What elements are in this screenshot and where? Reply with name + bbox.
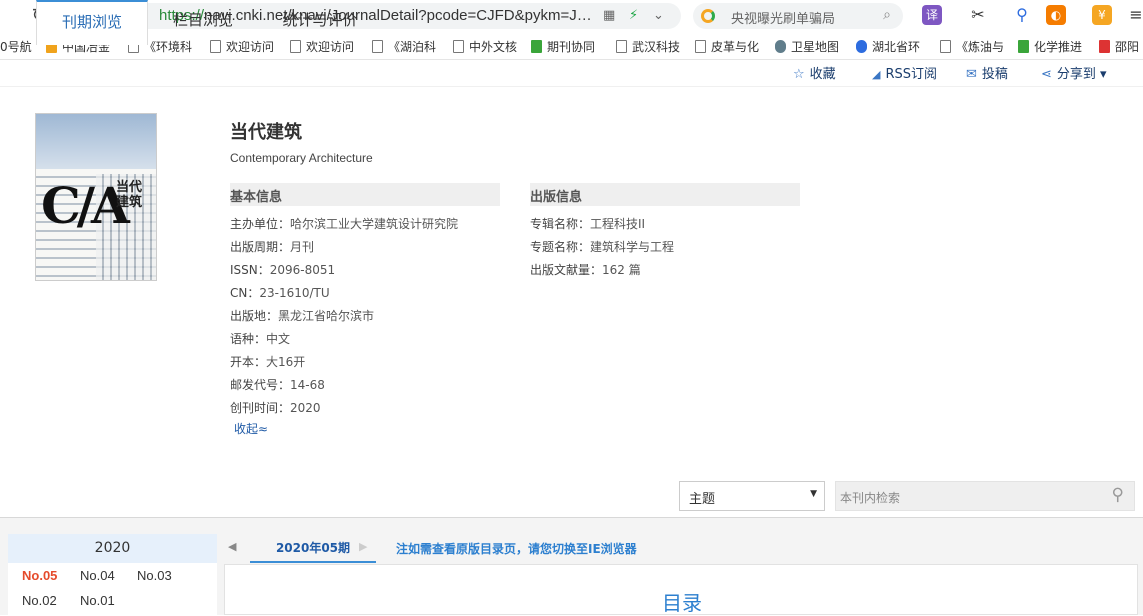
paw-icon [856,40,867,53]
issue-link[interactable]: No.05 [22,568,57,583]
bookmark-item[interactable]: 化学推进 [1018,38,1082,55]
current-issue-tab[interactable]: 2020年05期 [250,534,376,563]
info-row: 邮发代号：14-68 [230,378,325,392]
next-issue-icon[interactable]: ▶ [359,540,367,553]
bookmark-item[interactable]: 卫星地图 [775,38,839,55]
issue-link[interactable]: No.02 [22,593,57,608]
search-icon[interactable]: ⚲ [1112,485,1124,505]
magnifier-ext-icon[interactable]: ⚲ [1012,5,1032,25]
translate-icon[interactable]: 译 [922,5,942,25]
info-row: ISSN：2096-8051 [230,263,336,277]
info-row: 主办单位：哈尔滨工业大学建筑设计研究院 [230,217,459,231]
journal-search-input[interactable]: 本刊内检索 ⚲ [835,481,1135,511]
share-link[interactable]: ⋖ 分享到 ▾ [1041,63,1107,82]
issue-link[interactable]: No.04 [80,568,115,583]
bookmark-item[interactable]: 中外文核 [453,38,517,55]
menu-icon[interactable]: ≡ [1126,5,1143,25]
page-icon [453,40,464,53]
header-divider [0,86,1143,87]
bookmark-item[interactable]: 邵阳 [1099,38,1139,55]
page-icon [940,40,951,53]
tab-column-browse[interactable]: 栏目浏览 [158,0,248,44]
journal-title-en: Contemporary Architecture [230,151,373,165]
search-icon[interactable]: ⌕ [883,7,891,23]
search-field-select[interactable]: 主题 ▼ [679,481,825,511]
scissors-icon[interactable]: ✂ [968,5,988,25]
tab-statistics[interactable]: 统计与评价 [268,0,372,44]
issue-link[interactable]: No.03 [137,568,172,583]
issue-link[interactable]: No.01 [80,593,115,608]
info-row: 创刊时间：2020 [230,401,321,415]
dropdown-arrow-icon: ▼ [810,489,817,499]
rss-icon: ◢ [872,68,881,81]
green-logo-icon [1018,40,1029,53]
star-icon: ☆ [793,67,805,82]
page-icon [372,40,383,53]
info-row: 语种：中文 [230,332,291,346]
prev-issue-icon[interactable]: ◀ [228,540,236,553]
collapse-link[interactable]: 收起≈ [234,420,268,437]
globe-icon [775,40,786,53]
rss-link[interactable]: ◢ RSS订阅 [872,63,937,82]
money-icon[interactable]: ¥ [1092,5,1112,25]
game-icon[interactable]: ◐ [1046,5,1066,25]
browser-search-box[interactable]: 央视曝光刷单骗局 ⌕ [693,3,903,29]
submit-link[interactable]: ✉ 投稿 [966,63,1008,82]
bookmark-item[interactable]: 《炼油与 [940,38,1004,55]
basic-info-heading: 基本信息 [230,183,500,206]
year-header[interactable]: 2020 [8,534,217,563]
ie-notice: 注如需查看原版目录页，请您切换至IE浏览器 [396,542,637,556]
browser-search-text[interactable]: 央视曝光刷单骗局 [731,8,835,27]
tab-issue-browse[interactable]: 刊期浏览 [36,0,148,45]
page-icon [695,40,706,53]
info-row: CN：23-1610/TU [230,286,330,300]
info-row: 出版周期：月刊 [230,240,315,254]
info-row: 开本：大16开 [230,355,306,369]
journal-title: 当代建筑 [230,122,302,143]
speed-icon[interactable]: ⚡ [629,8,638,23]
bookmark-item[interactable]: 0号航 [0,38,32,55]
mail-icon: ✉ [966,67,977,82]
bookmark-item[interactable]: 《湖泊科 [372,38,436,55]
page-icon [616,40,627,53]
red-logo-icon [1099,40,1110,53]
cover-logo: C/A [41,176,130,235]
info-row: 出版地：黑龙江省哈尔滨市 [230,309,375,323]
bookmark-item[interactable]: 期刊协同 [531,38,595,55]
pub-info-row: 专辑名称：工程科技II [530,217,646,231]
cover-title: 当代建筑 [116,180,143,210]
bookmark-item[interactable]: 湖北省环 [856,38,920,55]
search-engine-icon[interactable] [701,9,715,23]
journal-cover: C/A 当代建筑 [35,113,157,281]
qr-icon[interactable]: ▦ [603,8,615,23]
chevron-down-icon[interactable]: ⌄ [653,8,664,23]
share-icon: ⋖ [1041,67,1052,82]
toc-title: 目录 [662,591,702,615]
bookmark-item[interactable]: 皮革与化 [695,38,759,55]
pub-info-row: 专题名称：建筑科学与工程 [530,240,675,254]
pub-info-row: 出版文献量：162 篇 [530,263,641,277]
favorite-link[interactable]: ☆ 收藏 [793,63,836,82]
green-logo-icon [531,40,542,53]
bookmark-item[interactable]: 武汉科技 [616,38,680,55]
pub-info-heading: 出版信息 [530,183,800,206]
